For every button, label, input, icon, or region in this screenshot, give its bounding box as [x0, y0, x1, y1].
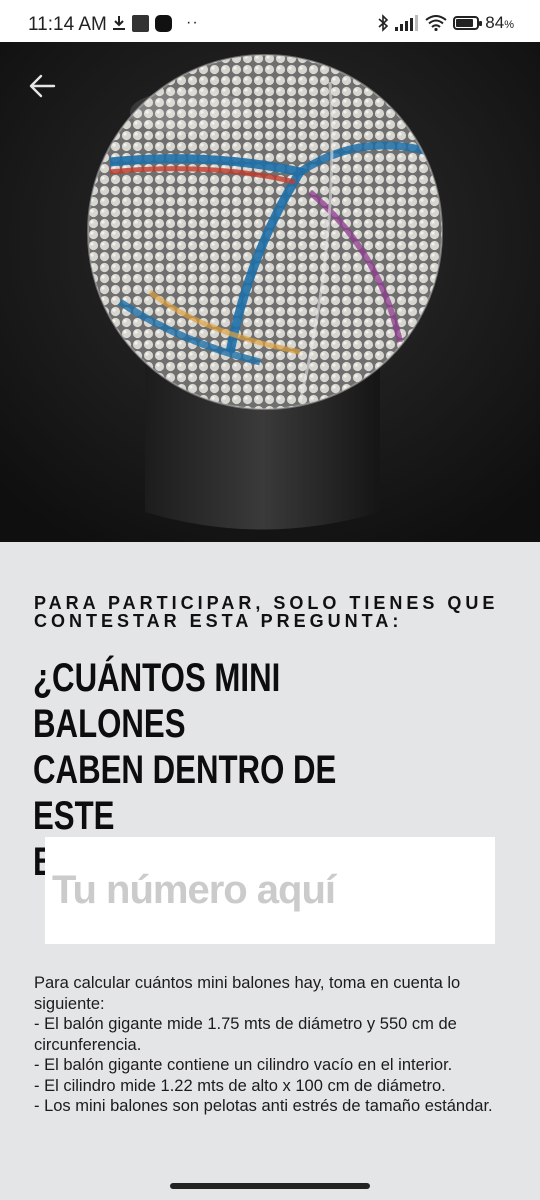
home-indicator[interactable]	[170, 1183, 370, 1189]
status-time: 11:14 AM	[28, 14, 107, 35]
battery-percent: 84	[485, 13, 505, 32]
instruction-line: - El balón gigante mide 1.75 mts de diám…	[34, 1015, 457, 1054]
battery-unit: %	[504, 19, 514, 31]
instruction-line: - El cilindro mide 1.22 mts de alto x 10…	[34, 1076, 446, 1095]
status-right-icons: 84%	[377, 12, 514, 34]
status-left-icons: ··	[112, 12, 199, 34]
gallery-icon	[132, 14, 149, 32]
instructions: Para calcular cuántos mini balones hay, …	[34, 973, 514, 1117]
wifi-icon	[425, 15, 447, 31]
battery-icon	[453, 16, 483, 30]
back-arrow-icon[interactable]	[24, 66, 64, 106]
intro-text: PARA PARTICIPAR, SOLO TIENES QUE CONTEST…	[34, 593, 499, 631]
signal-icon	[395, 15, 419, 31]
app-icon	[155, 14, 172, 32]
instruction-line: Para calcular cuántos mini balones hay, …	[34, 974, 461, 1013]
hero-image	[0, 42, 540, 542]
instruction-line: - El balón gigante contiene un cilindro …	[34, 1056, 453, 1074]
instruction-line: - Los mini balones son pelotas anti estr…	[34, 1097, 493, 1115]
more-dots: ··	[186, 14, 199, 31]
answer-input[interactable]	[45, 837, 495, 944]
bluetooth-icon	[378, 14, 389, 32]
answer-box	[45, 837, 495, 944]
soccer-ball-display	[0, 42, 540, 542]
battery-text: 84%	[485, 13, 514, 33]
download-icon	[113, 16, 125, 30]
battery-fill	[456, 19, 474, 27]
status-bar: 11:14 AM ·· 84%	[0, 0, 540, 42]
